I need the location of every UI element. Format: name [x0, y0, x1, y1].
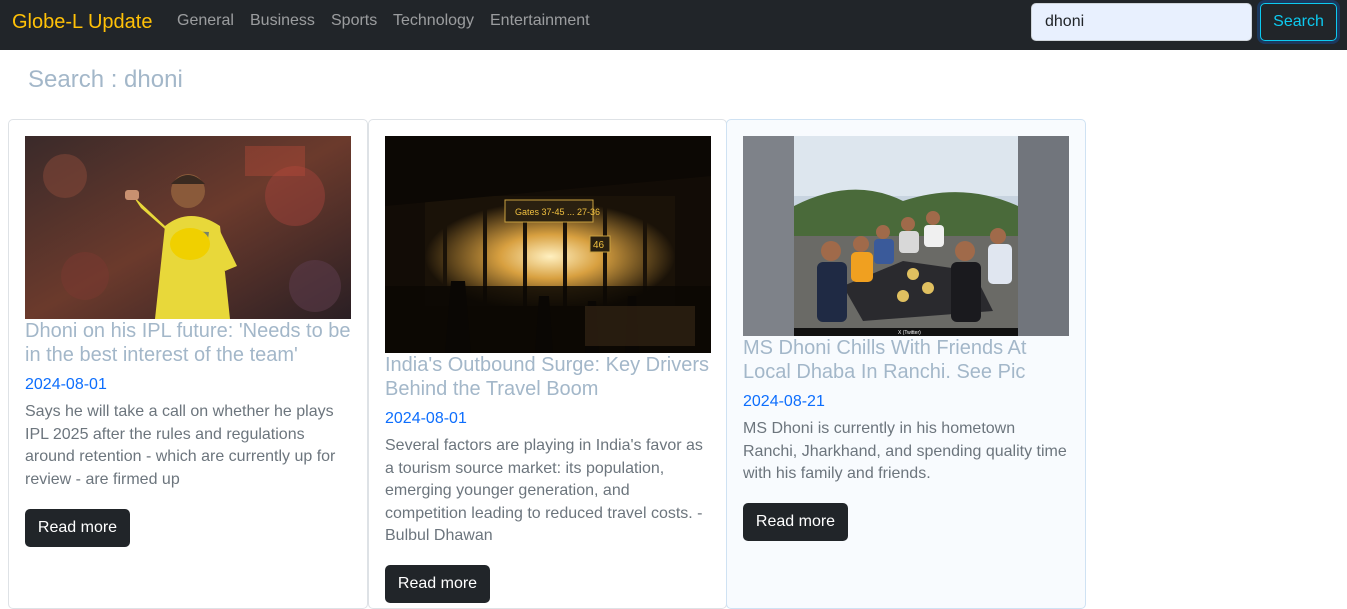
brand-logo[interactable]: Globe-L Update	[12, 11, 152, 34]
nav-link-general[interactable]: General	[177, 12, 234, 30]
article-title[interactable]: MS Dhoni Chills With Friends At Local Dh…	[743, 336, 1073, 384]
search-button[interactable]: Search	[1260, 3, 1337, 41]
nav-link-entertainment[interactable]: Entertainment	[490, 12, 590, 30]
article-image: Gates 37-45 ... 27-36 46	[385, 136, 711, 353]
article-description: Says he will take a call on whether he p…	[25, 403, 336, 488]
read-more-button[interactable]: Read more	[25, 509, 130, 547]
article-description: MS Dhoni is currently in his hometown Ra…	[743, 420, 1067, 482]
article-image: X (Twitter)	[743, 136, 1069, 336]
nav-link-technology[interactable]: Technology	[393, 12, 474, 30]
gate-number-text: 46	[593, 240, 605, 251]
nav-link-business[interactable]: Business	[250, 12, 315, 30]
read-more-button[interactable]: Read more	[743, 503, 848, 541]
search-input[interactable]	[1031, 3, 1252, 41]
article-date: 2024-08-01	[25, 376, 107, 393]
news-card: Dhoni on his IPL future: 'Needs to be in…	[8, 119, 368, 609]
article-date: 2024-08-21	[743, 393, 825, 410]
article-description: Several factors are playing in India's f…	[385, 437, 703, 544]
article-title[interactable]: Dhoni on his IPL future: 'Needs to be in…	[25, 319, 355, 367]
article-date: 2024-08-01	[385, 410, 467, 427]
navbar: Globe-L Update General Business Sports T…	[0, 0, 1347, 50]
read-more-button[interactable]: Read more	[385, 565, 490, 603]
news-card: Gates 37-45 ... 27-36 46 India's Outboun…	[368, 119, 727, 609]
article-title[interactable]: India's Outbound Surge: Key Drivers Behi…	[385, 353, 715, 401]
news-card: X (Twitter) MS Dhoni Chills With Friends…	[726, 119, 1086, 609]
page-title: Search : dhoni	[28, 66, 183, 93]
gate-sign-text: Gates 37-45 ... 27-36	[515, 207, 600, 217]
article-image	[25, 136, 351, 319]
nav-link-sports[interactable]: Sports	[331, 12, 377, 30]
